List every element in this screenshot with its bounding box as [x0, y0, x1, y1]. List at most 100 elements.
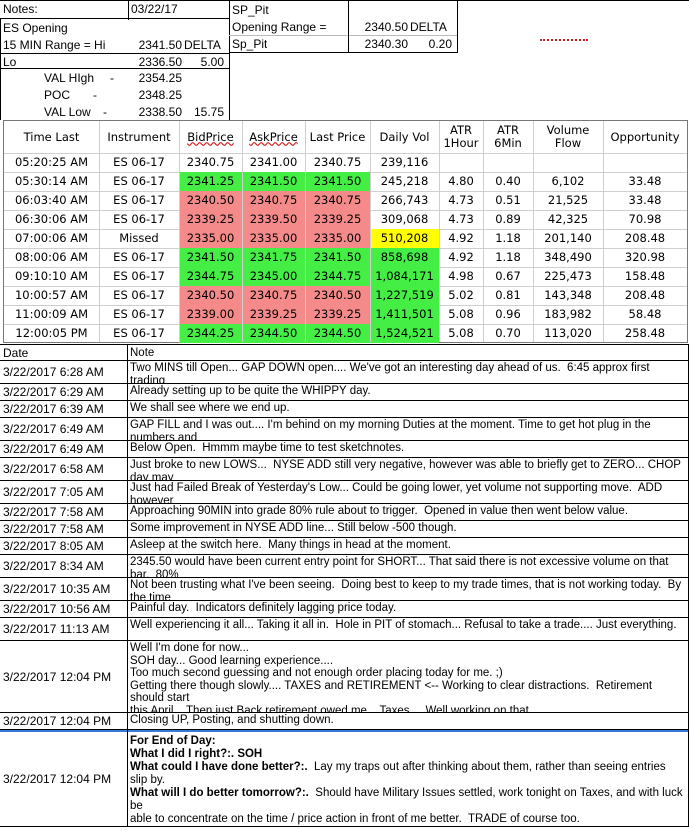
- note-text[interactable]: Some improvement in NYSE ADD line... Sti…: [130, 522, 686, 538]
- quote-row[interactable]: 07:00:06 AM Missed 2335.00 2335.00 2335.00 51…: [4, 229, 687, 248]
- atr1h-cell[interactable]: 4.73: [439, 191, 483, 210]
- bid-cell[interactable]: 2335.00: [179, 229, 242, 248]
- note-text[interactable]: Just had Failed Break of Yesterday's Low…: [130, 482, 686, 504]
- last-cell[interactable]: 2340.75: [305, 153, 370, 172]
- time-cell[interactable]: 06:30:06 AM: [4, 210, 99, 229]
- opp-cell[interactable]: 158.48: [603, 267, 687, 286]
- quote-row[interactable]: 11:00:09 AM ES 06-17 2339.00 2339.25 2339.25…: [4, 305, 687, 324]
- instrument-header[interactable]: Instrument: [99, 121, 179, 153]
- note-text[interactable]: GAP FILL and I was out.... I'm behind on…: [130, 419, 686, 441]
- end-of-day-row[interactable]: 3/22/2017 12:04 PM For End of Day: What I …: [0, 730, 689, 827]
- instrument-cell[interactable]: ES 06-17: [99, 286, 179, 305]
- ask-cell[interactable]: 2340.75: [242, 191, 305, 210]
- note-row[interactable]: 3/22/2017 6:39 AM We shall see where we e…: [0, 401, 689, 418]
- note-row[interactable]: 3/22/2017 7:58 AM Approaching 90MIN into …: [0, 504, 689, 521]
- flow-cell[interactable]: 225,473: [533, 267, 603, 286]
- last-cell[interactable]: 2344.50: [305, 324, 370, 343]
- atr6m-cell[interactable]: 0.96: [483, 305, 533, 324]
- end-of-day-note[interactable]: For End of Day: What I did I right?:. SOH…: [130, 735, 686, 830]
- note-text[interactable]: Below Open. Hmmm maybe time to test sket…: [130, 442, 686, 458]
- flow-cell[interactable]: 143,348: [533, 286, 603, 305]
- note-text[interactable]: Just broke to new LOWS... NYSE ADD still…: [130, 459, 686, 481]
- sp-delta-value[interactable]: 0.20: [410, 37, 452, 51]
- time-cell[interactable]: 11:00:09 AM: [4, 305, 99, 324]
- note-row[interactable]: 3/22/2017 6:49 AM GAP FILL and I was out.…: [0, 418, 689, 441]
- quote-row[interactable]: 05:20:25 AM ES 06-17 2340.75 2341.00 2340.75…: [4, 153, 687, 172]
- flow-cell[interactable]: 21,525: [533, 191, 603, 210]
- instrument-cell[interactable]: ES 06-17: [99, 305, 179, 324]
- opp-cell[interactable]: 70.98: [603, 210, 687, 229]
- note-row[interactable]: 3/22/2017 7:58 AM Some improvement in NYS…: [0, 521, 689, 538]
- ask-cell[interactable]: 2341.75: [242, 248, 305, 267]
- atr1h-cell[interactable]: 4.73: [439, 210, 483, 229]
- atr6m-cell[interactable]: 0.81: [483, 286, 533, 305]
- date-value[interactable]: 03/22/17: [131, 2, 178, 16]
- opp-cell[interactable]: 208.48: [603, 229, 687, 248]
- bid-cell[interactable]: 2344.75: [179, 267, 242, 286]
- flow-cell[interactable]: 348,490: [533, 248, 603, 267]
- last-cell[interactable]: 2339.25: [305, 305, 370, 324]
- time-cell[interactable]: 10:00:57 AM: [4, 286, 99, 305]
- vol-cell[interactable]: 1,524,521: [370, 324, 439, 343]
- atr6m-cell[interactable]: 1.18: [483, 229, 533, 248]
- bid-cell[interactable]: 2340.50: [179, 191, 242, 210]
- atr6m-cell[interactable]: 0.70: [483, 324, 533, 343]
- quote-row[interactable]: 08:00:06 AM ES 06-17 2341.50 2341.75 2341.50…: [4, 248, 687, 267]
- time-cell[interactable]: 12:00:05 PM: [4, 324, 99, 343]
- val-high-value[interactable]: 2354.25: [130, 71, 182, 85]
- note-text[interactable]: 2345.50 would have been current entry po…: [130, 556, 686, 578]
- flow-cell[interactable]: 42,325: [533, 210, 603, 229]
- flow-cell[interactable]: 183,982: [533, 305, 603, 324]
- note-row[interactable]: 3/22/2017 7:05 AM Just had Failed Break o…: [0, 481, 689, 504]
- instrument-cell[interactable]: ES 06-17: [99, 210, 179, 229]
- atr6m-cell[interactable]: 1.18: [483, 248, 533, 267]
- time-cell[interactable]: 06:03:40 AM: [4, 191, 99, 210]
- quote-row[interactable]: 12:00:05 PM ES 06-17 2344.25 2344.50 2344.50…: [4, 324, 687, 343]
- time-last-header[interactable]: Time Last: [4, 121, 99, 153]
- volume-flow-header[interactable]: Volume Flow: [533, 121, 603, 153]
- vol-cell[interactable]: 1,084,171: [370, 267, 439, 286]
- time-cell[interactable]: 05:30:14 AM: [4, 172, 99, 191]
- atr1h-cell[interactable]: 5.02: [439, 286, 483, 305]
- opportunity-header[interactable]: Opportunity: [603, 121, 687, 153]
- time-cell[interactable]: 08:00:06 AM: [4, 248, 99, 267]
- vol-cell[interactable]: 510,208: [370, 229, 439, 248]
- ask-cell[interactable]: 2341.50: [242, 172, 305, 191]
- sp-opening-value[interactable]: 2340.50: [350, 20, 408, 34]
- last-cell[interactable]: 2340.75: [305, 191, 370, 210]
- note-row[interactable]: 3/22/2017 12:04 PM Closing UP, Posting, a…: [0, 713, 689, 730]
- atr1h-cell[interactable]: 4.80: [439, 172, 483, 191]
- val-low-extra-value[interactable]: 15.75: [184, 105, 224, 119]
- ask-cell[interactable]: 2339.50: [242, 210, 305, 229]
- opp-cell[interactable]: [603, 153, 687, 172]
- instrument-cell[interactable]: ES 06-17: [99, 267, 179, 286]
- note-row[interactable]: 3/22/2017 6:29 AM Already setting up to b…: [0, 384, 689, 401]
- note-row[interactable]: 3/22/2017 10:35 AM Not been trusting what…: [0, 578, 689, 601]
- ask-cell[interactable]: 2335.00: [242, 229, 305, 248]
- last-cell[interactable]: 2340.50: [305, 286, 370, 305]
- opp-cell[interactable]: 58.48: [603, 305, 687, 324]
- flow-cell[interactable]: [533, 153, 603, 172]
- atr6m-cell[interactable]: 0.89: [483, 210, 533, 229]
- bid-price-header[interactable]: BidPrice: [179, 121, 242, 153]
- note-text[interactable]: Two MINS till Open... GAP DOWN open.... …: [130, 362, 686, 384]
- vol-cell[interactable]: 309,068: [370, 210, 439, 229]
- atr6m-cell[interactable]: [483, 153, 533, 172]
- flow-cell[interactable]: 201,140: [533, 229, 603, 248]
- instrument-cell[interactable]: ES 06-17: [99, 153, 179, 172]
- atr1h-cell[interactable]: 5.08: [439, 305, 483, 324]
- quote-row[interactable]: 06:30:06 AM ES 06-17 2339.25 2339.50 2339.25…: [4, 210, 687, 229]
- note-row[interactable]: 3/22/2017 8:34 AM 2345.50 would have been…: [0, 555, 689, 578]
- flow-cell[interactable]: 113,020: [533, 324, 603, 343]
- note-text[interactable]: Well experiencing it all... Taking it al…: [130, 619, 686, 641]
- ask-cell[interactable]: 2339.25: [242, 305, 305, 324]
- ask-cell[interactable]: 2345.00: [242, 267, 305, 286]
- bid-cell[interactable]: 2339.25: [179, 210, 242, 229]
- atr1h-cell[interactable]: 4.92: [439, 229, 483, 248]
- ask-cell[interactable]: 2344.50: [242, 324, 305, 343]
- time-cell[interactable]: 09:10:10 AM: [4, 267, 99, 286]
- instrument-cell[interactable]: ES 06-17: [99, 324, 179, 343]
- vol-cell[interactable]: 266,743: [370, 191, 439, 210]
- instrument-cell[interactable]: Missed: [99, 229, 179, 248]
- atr-1hour-header[interactable]: ATR 1Hour: [439, 121, 483, 153]
